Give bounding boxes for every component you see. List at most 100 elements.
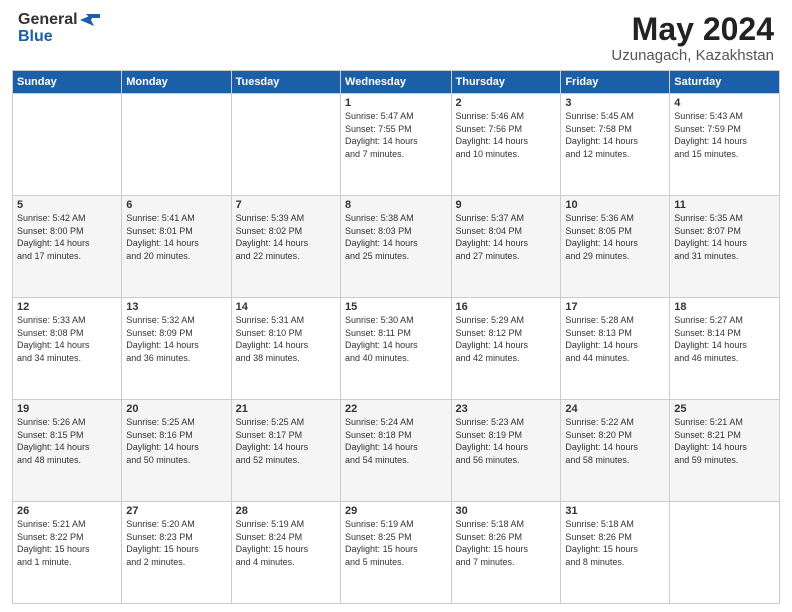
day-info-21: Sunrise: 5:25 AM Sunset: 8:17 PM Dayligh… [236, 416, 336, 466]
day-number-28: 28 [236, 505, 336, 517]
header-sunday: Sunday [13, 71, 122, 94]
cell-0-4: 2Sunrise: 5:46 AM Sunset: 7:56 PM Daylig… [451, 94, 561, 196]
day-number-27: 27 [126, 505, 226, 517]
day-info-10: Sunrise: 5:36 AM Sunset: 8:05 PM Dayligh… [565, 212, 665, 262]
cell-4-2: 28Sunrise: 5:19 AM Sunset: 8:24 PM Dayli… [231, 502, 340, 604]
cell-0-2 [231, 94, 340, 196]
day-number-16: 16 [456, 301, 557, 313]
day-info-20: Sunrise: 5:25 AM Sunset: 8:16 PM Dayligh… [126, 416, 226, 466]
day-info-26: Sunrise: 5:21 AM Sunset: 8:22 PM Dayligh… [17, 518, 117, 568]
cell-1-2: 7Sunrise: 5:39 AM Sunset: 8:02 PM Daylig… [231, 196, 340, 298]
cell-1-1: 6Sunrise: 5:41 AM Sunset: 8:01 PM Daylig… [122, 196, 231, 298]
cell-3-2: 21Sunrise: 5:25 AM Sunset: 8:17 PM Dayli… [231, 400, 340, 502]
day-info-9: Sunrise: 5:37 AM Sunset: 8:04 PM Dayligh… [456, 212, 557, 262]
logo-arrow-icon [80, 13, 100, 27]
day-number-23: 23 [456, 403, 557, 415]
page: General Blue May 2024 Uzunagach, Kazakhs… [0, 0, 792, 612]
week-row-4: 19Sunrise: 5:26 AM Sunset: 8:15 PM Dayli… [13, 400, 780, 502]
main-title: May 2024 [611, 12, 774, 47]
day-info-15: Sunrise: 5:30 AM Sunset: 8:11 PM Dayligh… [345, 314, 446, 364]
cell-0-5: 3Sunrise: 5:45 AM Sunset: 7:58 PM Daylig… [561, 94, 670, 196]
day-number-10: 10 [565, 199, 665, 211]
day-number-13: 13 [126, 301, 226, 313]
day-number-15: 15 [345, 301, 446, 313]
day-number-8: 8 [345, 199, 446, 211]
cell-1-5: 10Sunrise: 5:36 AM Sunset: 8:05 PM Dayli… [561, 196, 670, 298]
day-number-25: 25 [674, 403, 775, 415]
logo-text: General Blue [18, 12, 100, 46]
header-monday: Monday [122, 71, 231, 94]
header: General Blue May 2024 Uzunagach, Kazakhs… [0, 0, 792, 70]
day-info-2: Sunrise: 5:46 AM Sunset: 7:56 PM Dayligh… [456, 110, 557, 160]
day-number-6: 6 [126, 199, 226, 211]
day-info-24: Sunrise: 5:22 AM Sunset: 8:20 PM Dayligh… [565, 416, 665, 466]
day-info-25: Sunrise: 5:21 AM Sunset: 8:21 PM Dayligh… [674, 416, 775, 466]
day-info-14: Sunrise: 5:31 AM Sunset: 8:10 PM Dayligh… [236, 314, 336, 364]
header-tuesday: Tuesday [231, 71, 340, 94]
day-info-7: Sunrise: 5:39 AM Sunset: 8:02 PM Dayligh… [236, 212, 336, 262]
cell-1-3: 8Sunrise: 5:38 AM Sunset: 8:03 PM Daylig… [341, 196, 451, 298]
day-info-4: Sunrise: 5:43 AM Sunset: 7:59 PM Dayligh… [674, 110, 775, 160]
cell-4-3: 29Sunrise: 5:19 AM Sunset: 8:25 PM Dayli… [341, 502, 451, 604]
cell-3-4: 23Sunrise: 5:23 AM Sunset: 8:19 PM Dayli… [451, 400, 561, 502]
day-info-27: Sunrise: 5:20 AM Sunset: 8:23 PM Dayligh… [126, 518, 226, 568]
logo-container: General Blue [18, 12, 100, 46]
calendar-table: SundayMondayTuesdayWednesdayThursdayFrid… [12, 70, 780, 604]
week-row-1: 1Sunrise: 5:47 AM Sunset: 7:55 PM Daylig… [13, 94, 780, 196]
cell-1-0: 5Sunrise: 5:42 AM Sunset: 8:00 PM Daylig… [13, 196, 122, 298]
day-info-30: Sunrise: 5:18 AM Sunset: 8:26 PM Dayligh… [456, 518, 557, 568]
calendar-header: SundayMondayTuesdayWednesdayThursdayFrid… [13, 71, 780, 94]
day-info-23: Sunrise: 5:23 AM Sunset: 8:19 PM Dayligh… [456, 416, 557, 466]
day-number-9: 9 [456, 199, 557, 211]
cell-4-1: 27Sunrise: 5:20 AM Sunset: 8:23 PM Dayli… [122, 502, 231, 604]
day-number-5: 5 [17, 199, 117, 211]
day-info-13: Sunrise: 5:32 AM Sunset: 8:09 PM Dayligh… [126, 314, 226, 364]
day-info-11: Sunrise: 5:35 AM Sunset: 8:07 PM Dayligh… [674, 212, 775, 262]
cell-3-5: 24Sunrise: 5:22 AM Sunset: 8:20 PM Dayli… [561, 400, 670, 502]
logo-general-text: General [18, 12, 100, 29]
day-number-11: 11 [674, 199, 775, 211]
day-number-3: 3 [565, 97, 665, 109]
day-info-1: Sunrise: 5:47 AM Sunset: 7:55 PM Dayligh… [345, 110, 446, 160]
day-info-29: Sunrise: 5:19 AM Sunset: 8:25 PM Dayligh… [345, 518, 446, 568]
day-info-17: Sunrise: 5:28 AM Sunset: 8:13 PM Dayligh… [565, 314, 665, 364]
calendar: SundayMondayTuesdayWednesdayThursdayFrid… [0, 70, 792, 612]
cell-0-1 [122, 94, 231, 196]
logo-blue-text: Blue [18, 29, 100, 46]
cell-4-4: 30Sunrise: 5:18 AM Sunset: 8:26 PM Dayli… [451, 502, 561, 604]
header-thursday: Thursday [451, 71, 561, 94]
day-number-21: 21 [236, 403, 336, 415]
cell-2-2: 14Sunrise: 5:31 AM Sunset: 8:10 PM Dayli… [231, 298, 340, 400]
header-row: SundayMondayTuesdayWednesdayThursdayFrid… [13, 71, 780, 94]
day-number-4: 4 [674, 97, 775, 109]
day-info-8: Sunrise: 5:38 AM Sunset: 8:03 PM Dayligh… [345, 212, 446, 262]
day-info-5: Sunrise: 5:42 AM Sunset: 8:00 PM Dayligh… [17, 212, 117, 262]
day-number-30: 30 [456, 505, 557, 517]
header-saturday: Saturday [670, 71, 780, 94]
header-friday: Friday [561, 71, 670, 94]
day-info-12: Sunrise: 5:33 AM Sunset: 8:08 PM Dayligh… [17, 314, 117, 364]
day-info-19: Sunrise: 5:26 AM Sunset: 8:15 PM Dayligh… [17, 416, 117, 466]
cell-3-0: 19Sunrise: 5:26 AM Sunset: 8:15 PM Dayli… [13, 400, 122, 502]
cell-0-6: 4Sunrise: 5:43 AM Sunset: 7:59 PM Daylig… [670, 94, 780, 196]
day-number-31: 31 [565, 505, 665, 517]
day-number-1: 1 [345, 97, 446, 109]
cell-3-1: 20Sunrise: 5:25 AM Sunset: 8:16 PM Dayli… [122, 400, 231, 502]
day-number-22: 22 [345, 403, 446, 415]
cell-2-3: 15Sunrise: 5:30 AM Sunset: 8:11 PM Dayli… [341, 298, 451, 400]
week-row-2: 5Sunrise: 5:42 AM Sunset: 8:00 PM Daylig… [13, 196, 780, 298]
day-info-18: Sunrise: 5:27 AM Sunset: 8:14 PM Dayligh… [674, 314, 775, 364]
cell-2-0: 12Sunrise: 5:33 AM Sunset: 8:08 PM Dayli… [13, 298, 122, 400]
cell-2-1: 13Sunrise: 5:32 AM Sunset: 8:09 PM Dayli… [122, 298, 231, 400]
day-number-12: 12 [17, 301, 117, 313]
logo: General Blue [18, 12, 100, 46]
day-number-2: 2 [456, 97, 557, 109]
day-info-6: Sunrise: 5:41 AM Sunset: 8:01 PM Dayligh… [126, 212, 226, 262]
cell-2-4: 16Sunrise: 5:29 AM Sunset: 8:12 PM Dayli… [451, 298, 561, 400]
cell-2-5: 17Sunrise: 5:28 AM Sunset: 8:13 PM Dayli… [561, 298, 670, 400]
day-info-28: Sunrise: 5:19 AM Sunset: 8:24 PM Dayligh… [236, 518, 336, 568]
title-block: May 2024 Uzunagach, Kazakhstan [611, 12, 774, 64]
week-row-5: 26Sunrise: 5:21 AM Sunset: 8:22 PM Dayli… [13, 502, 780, 604]
cell-4-6 [670, 502, 780, 604]
week-row-3: 12Sunrise: 5:33 AM Sunset: 8:08 PM Dayli… [13, 298, 780, 400]
